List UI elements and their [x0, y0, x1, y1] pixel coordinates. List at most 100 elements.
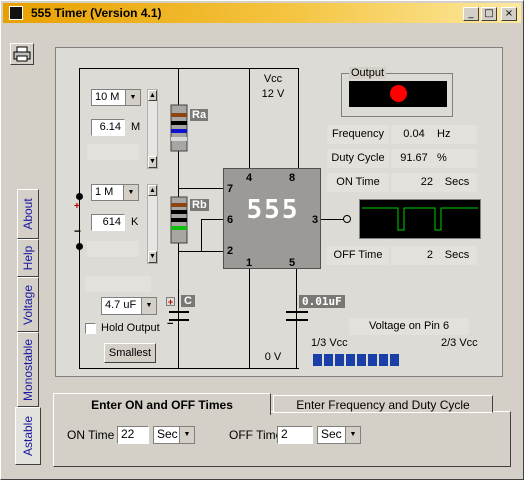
tab-on-off-times[interactable]: Enter ON and OFF Times [53, 393, 271, 415]
duty-cycle-label: Duty Cycle [327, 149, 389, 168]
pin-8: 8 [289, 172, 296, 184]
off-time-unit-select[interactable]: Sec ▼ [317, 426, 361, 444]
ra-label: Ra [190, 109, 209, 121]
junction-dot [76, 193, 83, 200]
main-window: 555 Timer (Version 4.1) _ □ × About Help… [0, 0, 524, 480]
vcc-rail [79, 68, 299, 69]
duty-cycle-value: 91.67 [391, 149, 437, 168]
vcc-label: Vcc [259, 73, 287, 85]
frequency-label: Frequency [327, 125, 389, 144]
ra-scrollbar[interactable]: ▲ ▼ [147, 89, 158, 169]
tab-help[interactable]: Help [17, 239, 39, 277]
on-time-input[interactable]: 22 [117, 426, 149, 444]
ground-label: 0 V [257, 351, 289, 363]
maximize-button[interactable]: □ [481, 7, 497, 21]
rb-scrollbar[interactable]: ▲ ▼ [147, 184, 158, 264]
rb-resistor-icon [170, 196, 188, 244]
ra-value-field[interactable]: 6.14 [91, 119, 125, 136]
tab-monostable[interactable]: Monostable [17, 332, 39, 407]
output-label: Output [349, 67, 387, 79]
chevron-down-icon[interactable]: ▼ [141, 298, 156, 314]
scroll-down-icon[interactable]: ▼ [148, 251, 157, 263]
pin8-wire [298, 68, 299, 168]
pin-6: 6 [227, 214, 234, 226]
ra-resistor-icon [170, 104, 188, 152]
pin6-bar-segment [313, 354, 322, 366]
rb-label: Rb [190, 199, 209, 211]
control-cap-plate-bottom [286, 319, 308, 321]
off-time-input[interactable]: 2 [277, 426, 313, 444]
ra-unit: M [131, 121, 141, 133]
rb-unit: K [131, 216, 139, 228]
pin6-bar-segment [335, 354, 344, 366]
pin6-bar-segment [324, 354, 333, 366]
pin6-bar-segment [346, 354, 355, 366]
cap-label: C [181, 295, 195, 307]
title-bar[interactable]: 555 Timer (Version 4.1) _ □ × [3, 3, 521, 23]
pin6-left-label: 1/3 Vcc [311, 337, 348, 349]
hold-output-checkbox[interactable] [85, 323, 96, 334]
window-title: 555 Timer (Version 4.1) [31, 6, 162, 20]
pin-1: 1 [246, 257, 253, 269]
close-button[interactable]: × [501, 7, 517, 21]
duty-cycle-unit: % [437, 149, 477, 168]
frequency-unit: Hz [437, 125, 477, 144]
tab-frequency-duty[interactable]: Enter Frequency and Duty Cycle [273, 395, 493, 413]
on-time-input-label: ON Time [67, 428, 115, 442]
cap-blank [85, 276, 151, 292]
print-button[interactable] [10, 43, 34, 65]
pin6-right-label: 2/3 Vcc [441, 337, 478, 349]
rb-value-field[interactable]: 614 [91, 214, 125, 231]
pin-3: 3 [312, 214, 319, 226]
off-time-input-label: OFF Time [229, 428, 283, 442]
chevron-down-icon[interactable]: ▼ [123, 185, 138, 200]
printer-icon [13, 46, 31, 62]
pin6-bar-segment [390, 354, 399, 366]
minus-sign: − [74, 224, 82, 238]
pin1-wire [249, 269, 250, 369]
cap-minus-sign: − [167, 318, 174, 330]
pin2-wire [178, 251, 223, 252]
control-cap-plate-top [286, 311, 308, 313]
chip-555: 555 4 8 7 6 2 3 1 5 [223, 168, 321, 269]
rb-range-select[interactable]: 1 M ▼ [91, 184, 139, 201]
tab-about[interactable]: About [17, 189, 39, 239]
ground-rail [79, 368, 299, 369]
scroll-down-icon[interactable]: ▼ [148, 156, 157, 168]
chevron-down-icon[interactable]: ▼ [125, 90, 140, 105]
chevron-down-icon[interactable]: ▼ [179, 427, 194, 443]
cap-plate-top [169, 311, 189, 313]
off-time-value: 2 [391, 246, 437, 265]
pin6-voltage-bar [311, 352, 479, 368]
ra-range-select[interactable]: 10 M ▼ [91, 89, 141, 106]
ra-blank [87, 144, 139, 160]
tab-astable[interactable]: Astable [15, 407, 41, 465]
output-display [349, 81, 447, 107]
pin6-title: Voltage on Pin 6 [349, 318, 469, 335]
pin-4: 4 [246, 172, 253, 184]
off-time-unit: Secs [437, 246, 477, 265]
chevron-down-icon[interactable]: ▼ [345, 427, 360, 443]
pin6-2-link [201, 219, 202, 251]
on-time-unit-select[interactable]: Sec ▼ [153, 426, 195, 444]
cap-plus-sign: + [166, 297, 175, 307]
cap-value-select[interactable]: 4.7 uF ▼ [101, 297, 157, 315]
tab-voltage[interactable]: Voltage [17, 277, 39, 332]
smallest-button[interactable]: Smallest [104, 343, 156, 363]
on-time-value: 22 [391, 173, 437, 192]
output-node [343, 215, 351, 223]
scroll-up-icon[interactable]: ▲ [148, 185, 157, 196]
app-icon[interactable] [9, 6, 23, 20]
chip-label: 555 [246, 195, 300, 225]
pin6-bar-segment [368, 354, 377, 366]
off-time-label: OFF Time [327, 246, 389, 265]
on-time-label: ON Time [327, 173, 389, 192]
vcc-value: 12 V [257, 88, 289, 100]
output-led-icon [390, 85, 407, 102]
minimize-button[interactable]: _ [463, 7, 479, 21]
scroll-up-icon[interactable]: ▲ [148, 90, 157, 101]
pin6-bar-segments [313, 354, 399, 366]
pin-7: 7 [227, 183, 234, 195]
pin-5: 5 [289, 257, 296, 269]
rb-blank [87, 241, 139, 257]
